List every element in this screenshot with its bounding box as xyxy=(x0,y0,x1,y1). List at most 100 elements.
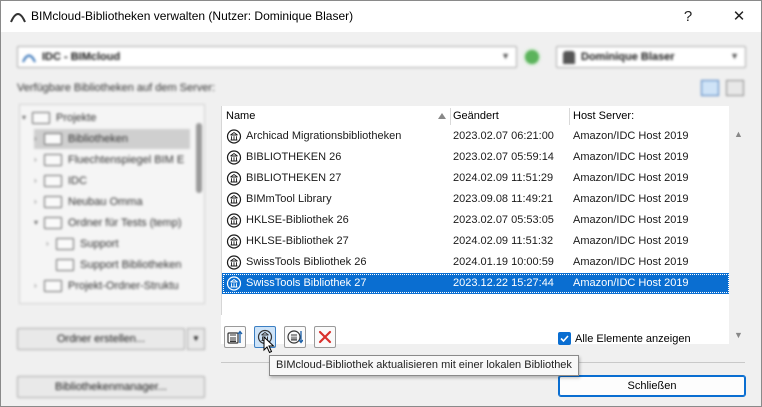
library-host: Amazon/IDC Host 2019 xyxy=(573,193,689,205)
folder-icon xyxy=(56,238,74,251)
library-changed: 2023.02.07 06:21:00 xyxy=(453,130,554,142)
table-row[interactable]: BIBLIOTHEKEN 26 2023.02.07 05:59:14 Amazon… xyxy=(222,147,730,168)
tree-item-folder[interactable]: › Fluechtenspiegel BIM E xyxy=(34,150,184,170)
library-host: Amazon/IDC Host 2019 xyxy=(573,256,689,268)
title-bar: BIMcloud-Bibliotheken verwalten (Nutzer:… xyxy=(1,1,761,32)
sort-ascending-icon xyxy=(438,113,446,119)
available-libraries-label: Verfügbare Bibliotheken auf dem Server: xyxy=(17,82,216,94)
library-host: Amazon/IDC Host 2019 xyxy=(573,235,689,247)
library-name: BIBLIOTHEKEN 26 xyxy=(246,151,342,163)
expand-icon: › xyxy=(34,197,37,207)
list-view-icon[interactable] xyxy=(726,80,744,96)
close-window-button[interactable]: ✕ xyxy=(724,5,754,29)
column-header-changed[interactable]: Geändert xyxy=(453,106,499,126)
upload-library-button[interactable] xyxy=(224,326,246,348)
column-separator[interactable] xyxy=(450,108,451,125)
download-library-button[interactable] xyxy=(284,326,306,348)
scroll-up-icon[interactable]: ▲ xyxy=(734,129,743,139)
library-changed: 2023.02.07 05:53:05 xyxy=(453,214,554,226)
server-status-icon[interactable] xyxy=(523,48,541,66)
folder-icon xyxy=(44,217,62,230)
tree-item-label: Ordner für Tests (temp) xyxy=(68,217,182,229)
delete-icon xyxy=(318,330,332,344)
library-name: BIMmTool Library xyxy=(246,193,332,205)
chevron-down-icon: ▼ xyxy=(730,51,739,61)
folder-icon xyxy=(44,280,62,293)
tree-item-folder[interactable]: ▾ Ordner für Tests (temp) xyxy=(34,213,182,233)
expand-icon: › xyxy=(34,155,37,165)
list-scrollbar[interactable]: ▲ ▼ xyxy=(729,106,749,344)
archicad-logo-icon xyxy=(10,13,26,23)
expand-icon: › xyxy=(34,281,37,291)
tree-item-label: Projekte xyxy=(56,112,97,124)
mouse-cursor-icon xyxy=(263,336,275,354)
tree-item-folder[interactable]: Support Bibliotheken xyxy=(46,255,182,275)
column-header-name[interactable]: Name xyxy=(226,106,255,126)
table-row[interactable]: Archicad Migrationsbibliotheken 2023.02.0… xyxy=(222,126,730,147)
library-manager-button[interactable]: Bibliothekenmanager... xyxy=(17,376,205,398)
table-row[interactable]: SwissTools Bibliothek 27 2023.12.22 15:27… xyxy=(222,273,730,294)
library-icon xyxy=(226,213,242,228)
tree-item-folder[interactable]: › Neubau Omma xyxy=(34,192,143,212)
library-source-select[interactable]: IDC - BIMcloud ▼ xyxy=(17,46,517,68)
folder-tree[interactable]: ▾ Projekte › Bibliotheken › Fluechtenspiege… xyxy=(19,104,205,304)
expand-icon: › xyxy=(34,176,37,186)
expand-icon: › xyxy=(34,134,37,144)
window-title: BIMcloud-Bibliotheken verwalten (Nutzer:… xyxy=(31,9,354,23)
help-button[interactable]: ? xyxy=(673,5,703,29)
library-name: BIBLIOTHEKEN 27 xyxy=(246,172,342,184)
tree-item-folder[interactable]: › Projekt-Ordner-Struktu xyxy=(34,276,179,296)
close-button[interactable]: Schließen xyxy=(558,375,746,397)
table-row[interactable]: SwissTools Bibliothek 26 2024.01.19 10:00… xyxy=(222,252,730,273)
library-changed: 2023.12.22 15:27:44 xyxy=(453,277,554,289)
table-row[interactable]: HKLSE-Bibliothek 26 2023.02.07 05:53:05 Am… xyxy=(222,210,730,231)
tree-item-support[interactable]: › Support xyxy=(46,234,119,254)
scroll-down-icon[interactable]: ▼ xyxy=(734,330,743,340)
tree-item-idc[interactable]: › IDC xyxy=(34,171,87,191)
tree-view-icon[interactable] xyxy=(701,80,719,96)
dialog-window: BIMcloud-Bibliotheken verwalten (Nutzer:… xyxy=(0,0,762,407)
table-row[interactable]: HKLSE-Bibliothek 27 2024.02.09 11:51:32 Am… xyxy=(222,231,730,252)
tree-item-label: Support Bibliotheken xyxy=(80,259,182,271)
create-folder-menu-button[interactable]: ▼ xyxy=(187,328,205,350)
library-icon xyxy=(226,171,242,186)
table-row[interactable]: BIMmTool Library 2023.09.08 11:49:21 Amazo… xyxy=(222,189,730,210)
library-changed: 2024.02.09 11:51:29 xyxy=(453,172,554,184)
create-folder-button[interactable]: Ordner erstellen... xyxy=(17,328,185,350)
delete-library-button[interactable] xyxy=(314,326,336,348)
user-label: Dominique Blaser xyxy=(581,51,675,63)
library-icon xyxy=(226,276,242,291)
column-header-host[interactable]: Host Server: xyxy=(573,106,634,126)
bimcloud-icon xyxy=(22,54,36,63)
library-list[interactable]: Name Geändert Host Server: Archicad Migr… xyxy=(221,106,730,315)
user-select[interactable]: Dominique Blaser ▼ xyxy=(556,46,746,68)
tree-item-label: Projekt-Ordner-Struktu xyxy=(68,280,179,292)
tree-item-label: IDC xyxy=(68,175,87,187)
tree-item-projects[interactable]: ▾ Projekte xyxy=(22,108,96,128)
library-name: SwissTools Bibliothek 26 xyxy=(246,256,367,268)
library-host: Amazon/IDC Host 2019 xyxy=(573,277,689,289)
library-icon xyxy=(226,150,242,165)
folder-icon xyxy=(44,196,62,209)
library-host: Amazon/IDC Host 2019 xyxy=(573,214,689,226)
tree-item-label: Bibliotheken xyxy=(68,133,128,145)
tree-item-libraries[interactable]: › Bibliotheken xyxy=(34,129,190,149)
library-host: Amazon/IDC Host 2019 xyxy=(573,172,689,184)
tree-scrollbar[interactable] xyxy=(196,123,202,193)
folder-icon xyxy=(44,154,62,167)
library-source-label: IDC - BIMcloud xyxy=(42,51,121,63)
library-changed: 2023.09.08 11:49:21 xyxy=(453,193,554,205)
upload-library-icon xyxy=(227,330,243,344)
table-row[interactable]: BIBLIOTHEKEN 27 2024.02.09 11:51:29 Amazon… xyxy=(222,168,730,189)
tree-item-label: Support xyxy=(80,238,119,250)
show-all-checkbox[interactable] xyxy=(558,332,571,345)
column-separator[interactable] xyxy=(569,108,570,125)
tree-item-label: Fluechtenspiegel BIM E xyxy=(68,154,185,166)
library-name: HKLSE-Bibliothek 26 xyxy=(246,214,349,226)
library-changed: 2024.01.19 10:00:59 xyxy=(453,256,554,268)
show-all-label[interactable]: Alle Elemente anzeigen xyxy=(575,333,691,345)
library-icon xyxy=(226,234,242,249)
library-changed: 2024.02.09 11:51:32 xyxy=(453,235,554,247)
library-name: SwissTools Bibliothek 27 xyxy=(246,277,367,289)
folder-icon xyxy=(56,259,74,272)
